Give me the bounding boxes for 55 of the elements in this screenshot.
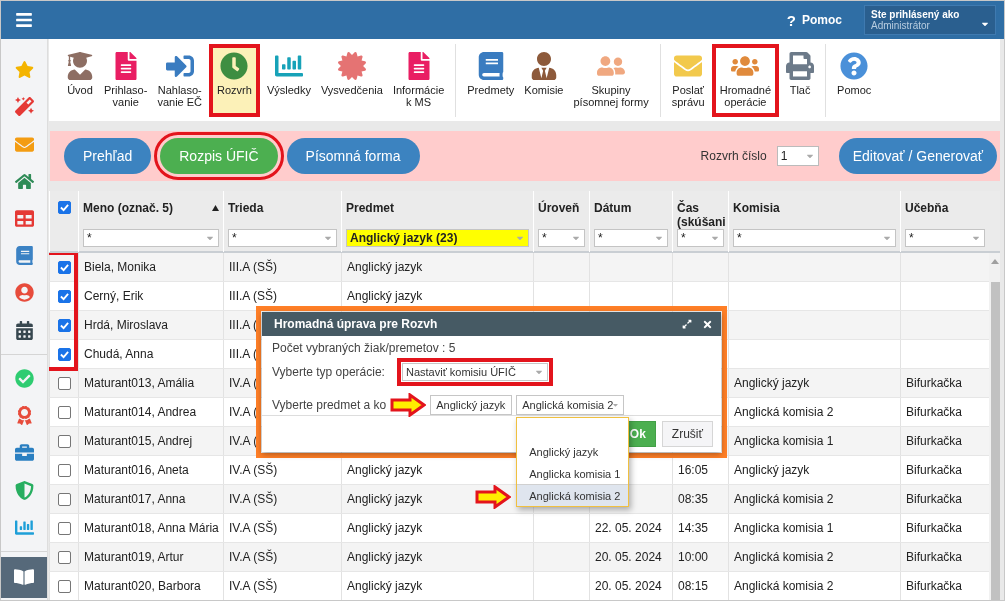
- time-cell: 14:35: [678, 521, 709, 535]
- room-cell: Bifurkačka: [906, 521, 963, 535]
- subject-cell: Anglický jazyk: [347, 550, 423, 564]
- time-cell: 08:15: [678, 579, 709, 593]
- room-cell: Bifurkačka: [906, 550, 963, 564]
- committee-cell: Anglická komisia 2: [734, 492, 834, 506]
- room-cell: Bifurkačka: [906, 405, 963, 419]
- committee-cell: Anglický jazyk: [734, 376, 810, 390]
- subject-cell: Anglický jazyk: [347, 579, 423, 593]
- date-cell: 22. 05. 2024: [595, 521, 662, 535]
- name-cell: Maturant016, Aneta: [84, 463, 189, 477]
- committee-cell: Anglická komisia 2: [734, 550, 834, 564]
- selected-count: Počet vybraných žiak/premetov : 5: [272, 341, 457, 355]
- name-cell: Maturant017, Anna: [84, 492, 186, 506]
- class-cell: III.A (SŠ): [229, 260, 277, 274]
- committee-cell: Anglický jazyk: [734, 463, 810, 477]
- name-cell: Biela, Monika: [84, 260, 157, 274]
- subject-cell: Anglický jazyk: [347, 289, 423, 303]
- time-cell: 08:35: [678, 492, 709, 506]
- name-cell: Maturant015, Andrej: [84, 434, 193, 448]
- class-cell: III.A (SŠ): [229, 289, 277, 303]
- name-cell: Maturant013, Amália: [84, 376, 195, 390]
- committee-cell: Anglicka komisia 1: [734, 434, 834, 448]
- room-cell: Bifurkačka: [906, 579, 963, 593]
- subject-cell: Anglický jazyk: [347, 260, 423, 274]
- class-cell: IV.A (SŠ): [229, 579, 278, 593]
- class-cell: IV.A (SŠ): [229, 463, 278, 477]
- subject-cell: Anglický jazyk: [347, 492, 423, 506]
- time-cell: 16:05: [678, 463, 709, 477]
- schedule-label: Rozvrh číslo: [700, 149, 767, 163]
- room-cell: Bifurkačka: [906, 463, 963, 477]
- room-cell: Bifurkačka: [906, 376, 963, 390]
- class-cell: IV.A (SŠ): [229, 492, 278, 506]
- name-cell: Cerný, Erik: [84, 289, 144, 303]
- committee-cell: Anglická komisia 2: [734, 405, 834, 419]
- time-cell: 10:00: [678, 550, 709, 564]
- name-cell: Maturant014, Andrea: [84, 405, 197, 419]
- room-cell: Bifurkačka: [906, 434, 963, 448]
- committee-cell: Anglická komisia 2: [734, 579, 834, 593]
- class-cell: IV.A (SŠ): [229, 550, 278, 564]
- subject-label: Vyberte predmet a ko: [272, 398, 387, 412]
- name-cell: Chudá, Anna: [84, 347, 154, 361]
- name-cell: Maturant020, Barbora: [84, 579, 201, 593]
- class-cell: IV.A (SŠ): [229, 521, 278, 535]
- dialog-title: Hromadná úprava pre Rozvh: [274, 317, 439, 331]
- name-cell: Maturant018, Anna Mária: [84, 521, 219, 535]
- date-cell: 20. 05. 2024: [595, 550, 662, 564]
- name-cell: Hrdá, Miroslava: [84, 318, 169, 332]
- subject-cell: Anglický jazyk: [347, 463, 423, 477]
- operation-label: Vyberte typ operácie:: [272, 365, 385, 379]
- room-cell: Bifurkačka: [906, 492, 963, 506]
- name-cell: Maturant019, Artur: [84, 550, 184, 564]
- date-cell: 20. 05. 2024: [595, 579, 662, 593]
- subject-cell: Anglický jazyk: [347, 521, 423, 535]
- committee-cell: Anglicka komisia 1: [734, 521, 834, 535]
